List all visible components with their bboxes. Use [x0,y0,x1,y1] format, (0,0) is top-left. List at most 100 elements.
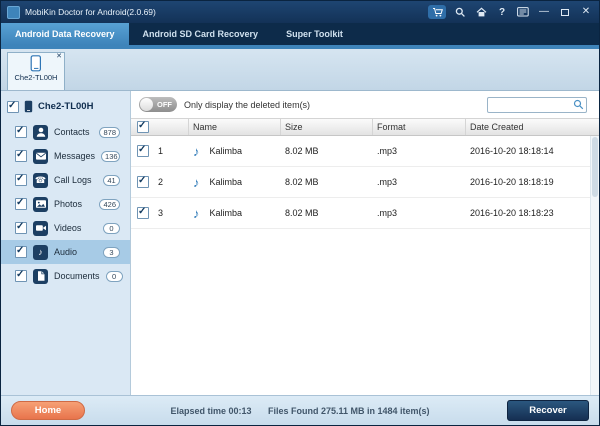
files-found: Files Found 275.11 MB in 1484 item(s) [268,406,430,416]
count-badge: 41 [103,175,120,186]
home-button[interactable]: Home [11,401,85,420]
sidebar-item-label: Audio [54,247,77,257]
count-badge: 3 [103,247,120,258]
sidebar-device-name: Che2-TL00H [38,101,93,112]
tab-android-sd-card-recovery[interactable]: Android SD Card Recovery [129,23,273,45]
photos-icon [33,197,48,212]
checkbox[interactable] [15,150,27,162]
count-badge: 426 [99,199,120,210]
row-checkbox[interactable] [137,207,149,219]
table-body: 1 ♪ Kalimba 8.02 MB .mp3 2016-10-20 18:1… [131,136,599,395]
column-header-size[interactable]: Size [281,119,373,135]
checkbox[interactable] [15,246,27,258]
count-badge: 878 [99,127,120,138]
sidebar-item-label: Contacts [54,127,90,137]
device-strip: ✕ Che2-TL00H [1,49,599,91]
tab-super-toolkit[interactable]: Super Toolkit [272,23,357,45]
sidebar-item-label: Photos [54,199,82,209]
menu-icon[interactable] [516,5,530,19]
device-tab[interactable]: ✕ Che2-TL00H [7,52,65,90]
sidebar-device-header[interactable]: Che2-TL00H [1,97,130,120]
select-all-checkbox[interactable] [137,121,149,133]
documents-icon [33,269,48,284]
app-window: MobiKin Doctor for Android(2.0.69) ? — ✕… [0,0,600,426]
search-input[interactable] [488,100,573,110]
sidebar-item-videos[interactable]: Videos 0 [1,216,130,240]
contacts-icon [33,125,48,140]
content-panel: OFF Only display the deleted item(s) Nam… [131,91,599,395]
checkbox[interactable] [15,222,27,234]
row-checkbox[interactable] [137,176,149,188]
tab-bar: Android Data Recovery Android SD Card Re… [1,23,599,45]
music-note-icon: ♪ [193,176,200,189]
sidebar-item-label: Call Logs [54,175,92,185]
sidebar-item-messages[interactable]: Messages 136 [1,144,130,168]
row-checkbox[interactable] [137,145,149,157]
sidebar-item-documents[interactable]: Documents 0 [1,264,130,288]
table-row[interactable]: 3 ♪ Kalimba 8.02 MB .mp3 2016-10-20 18:1… [131,198,599,229]
maximize-button[interactable] [558,5,572,19]
elapsed-time: Elapsed time 00:13 [170,406,251,416]
count-badge: 0 [103,223,120,234]
minimize-button[interactable]: — [537,5,551,19]
filter-label: Only display the deleted item(s) [184,100,310,110]
messages-icon [33,149,48,164]
sidebar-item-label: Messages [54,151,95,161]
sidebar-item-call-logs[interactable]: ☎ Call Logs 41 [1,168,130,192]
help-icon[interactable]: ? [495,5,509,19]
file-format: .mp3 [373,208,466,218]
checkbox[interactable] [15,198,27,210]
row-number: 1 [158,146,163,156]
count-badge: 136 [101,151,120,162]
app-logo-icon [7,6,20,19]
file-date-created: 2016-10-20 18:18:19 [466,177,599,187]
recover-button[interactable]: Recover [507,400,589,421]
file-name: Kalimba [210,146,243,156]
row-number: 3 [158,208,163,218]
checkbox[interactable] [15,126,27,138]
column-header-format[interactable]: Format [373,119,466,135]
row-number: 2 [158,177,163,187]
search-box[interactable] [487,97,587,113]
toggle-knob [140,98,153,111]
music-note-icon: ♪ [193,207,200,220]
audio-icon: ♪ [33,245,48,260]
table-row[interactable]: 1 ♪ Kalimba 8.02 MB .mp3 2016-10-20 18:1… [131,136,599,167]
file-format: .mp3 [373,177,466,187]
file-date-created: 2016-10-20 18:18:14 [466,146,599,156]
search-icon[interactable] [573,99,584,110]
sidebar: Che2-TL00H Contacts 878 Messages 136 ☎ C… [1,91,131,395]
checkbox[interactable] [15,174,27,186]
sidebar-item-photos[interactable]: Photos 426 [1,192,130,216]
close-button[interactable]: ✕ [579,5,593,19]
file-date-created: 2016-10-20 18:18:23 [466,208,599,218]
home-icon[interactable] [474,5,488,19]
search-icon[interactable] [453,5,467,19]
vertical-scrollbar[interactable] [590,136,599,395]
sidebar-item-label: Videos [54,223,81,233]
tab-android-data-recovery[interactable]: Android Data Recovery [1,23,129,45]
checkbox[interactable] [15,270,27,282]
phone-icon [30,55,42,72]
device-checkbox[interactable] [7,101,19,113]
file-name: Kalimba [210,177,243,187]
file-format: .mp3 [373,146,466,156]
column-header-date-created[interactable]: Date Created [466,119,599,135]
call-logs-icon: ☎ [33,173,48,188]
sidebar-item-contacts[interactable]: Contacts 878 [1,120,130,144]
sidebar-item-audio[interactable]: ♪ Audio 3 [1,240,130,264]
footer-bar: Elapsed time 00:13 Files Found 275.11 MB… [1,395,599,425]
deleted-filter-toggle[interactable]: OFF [139,97,177,112]
videos-icon [33,221,48,236]
column-header-name[interactable]: Name [189,119,281,135]
device-close-icon[interactable]: ✕ [56,53,62,61]
title-bar: MobiKin Doctor for Android(2.0.69) ? — ✕ [1,1,599,23]
count-badge: 0 [106,271,123,282]
cart-icon[interactable] [428,5,446,19]
file-size: 8.02 MB [281,146,373,156]
window-title: MobiKin Doctor for Android(2.0.69) [25,7,156,17]
device-name: Che2-TL00H [15,73,58,82]
table-row[interactable]: 2 ♪ Kalimba 8.02 MB .mp3 2016-10-20 18:1… [131,167,599,198]
toggle-label: OFF [157,97,172,112]
scrollbar-thumb[interactable] [592,137,598,197]
